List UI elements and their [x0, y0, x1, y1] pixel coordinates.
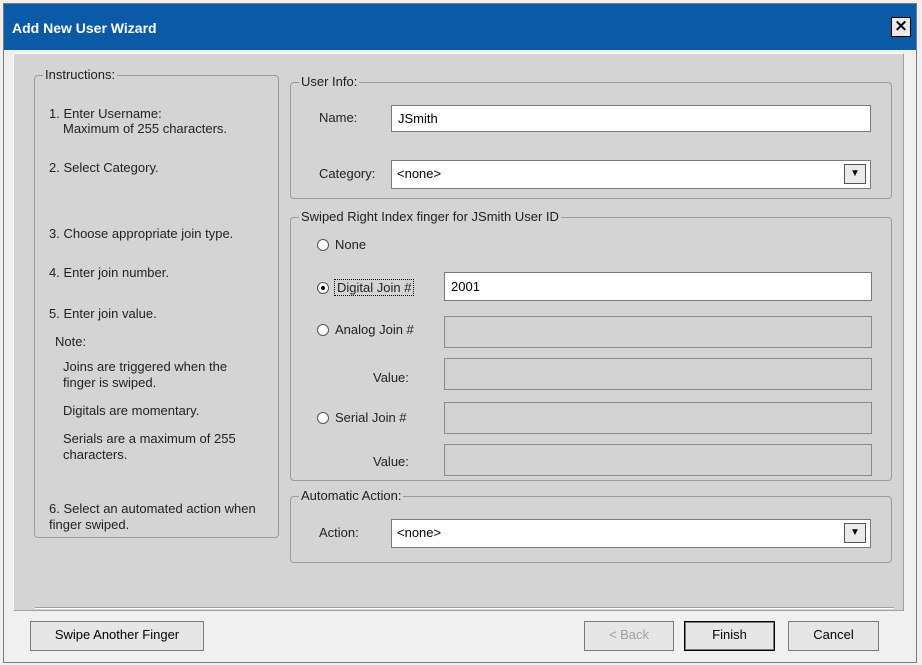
digital-join-label[interactable]: Digital Join # [334, 279, 415, 296]
analog-value-input [444, 358, 872, 390]
action-value: <none> [397, 525, 442, 540]
action-select[interactable]: <none> ▼ [391, 519, 871, 548]
chevron-down-icon[interactable]: ▼ [844, 164, 866, 184]
analog-value-label: Value: [373, 370, 409, 385]
bottom-divider [35, 607, 894, 609]
name-input[interactable] [391, 105, 871, 132]
name-label: Name: [319, 110, 358, 125]
serial-join-label[interactable]: Serial Join # [335, 410, 407, 425]
action-label: Action: [319, 525, 359, 540]
automatic-action-title: Automatic Action: [299, 488, 404, 503]
none-radio[interactable] [317, 239, 329, 251]
swipe-group-title: Swiped Right Index finger for JSmith Use… [299, 209, 561, 224]
category-label: Category: [319, 166, 376, 181]
window-title: Add New User Wizard [12, 20, 157, 36]
serial-value-input [444, 444, 872, 476]
wizard-panel: Instructions: 1. Enter Username: Maximum… [13, 53, 904, 611]
close-icon[interactable]: × [891, 17, 911, 37]
user-info-group: User Info: Name: Category: <none> ▼ [290, 74, 892, 199]
instruction-step-6: 6. Select an automated action when finge… [49, 501, 256, 532]
title-bar[interactable]: Add New User Wizard × [4, 4, 916, 50]
automatic-action-group: Automatic Action: Action: <none> ▼ [290, 488, 892, 563]
analog-join-input [444, 316, 872, 348]
instruction-step-5: 5. Enter join value. [49, 306, 157, 321]
instruction-step-2: 2. Select Category. [49, 160, 159, 175]
serial-value-label: Value: [373, 454, 409, 469]
analog-join-label[interactable]: Analog Join # [335, 322, 414, 337]
instructions-group: Instructions: 1. Enter Username: Maximum… [34, 67, 279, 538]
instruction-note-2: Digitals are momentary. [63, 403, 200, 418]
back-button: < Back [584, 621, 674, 651]
swipe-another-finger-button[interactable]: Swipe Another Finger [30, 621, 204, 651]
digital-join-radio[interactable] [317, 282, 329, 294]
user-info-title: User Info: [299, 74, 360, 89]
instruction-step-1-note: Maximum of 255 characters. [63, 121, 228, 136]
category-select[interactable]: <none> ▼ [391, 160, 871, 189]
category-value: <none> [397, 166, 442, 181]
digital-join-input[interactable] [444, 272, 872, 301]
analog-join-radio[interactable] [317, 324, 329, 336]
finish-button[interactable]: Finish [684, 621, 775, 651]
serial-join-radio[interactable] [317, 412, 329, 424]
instruction-note-3: Serials are a maximum of 255 characters. [63, 431, 236, 462]
swipe-join-group: Swiped Right Index finger for JSmith Use… [290, 209, 892, 481]
instructions-title: Instructions: [43, 67, 118, 82]
instruction-step-1: 1. Enter Username: [49, 106, 162, 121]
cancel-button[interactable]: Cancel [788, 621, 879, 651]
instruction-step-4: 4. Enter join number. [49, 265, 169, 280]
instruction-note-title: Note: [55, 334, 87, 349]
instruction-step-3: 3. Choose appropriate join type. [49, 226, 234, 241]
none-label[interactable]: None [335, 237, 366, 252]
chevron-down-icon[interactable]: ▼ [844, 523, 866, 543]
instruction-note-1: Joins are triggered when the finger is s… [63, 359, 228, 390]
serial-join-input [444, 402, 872, 434]
wizard-window: Add New User Wizard × Instructions: 1. E… [3, 3, 917, 663]
